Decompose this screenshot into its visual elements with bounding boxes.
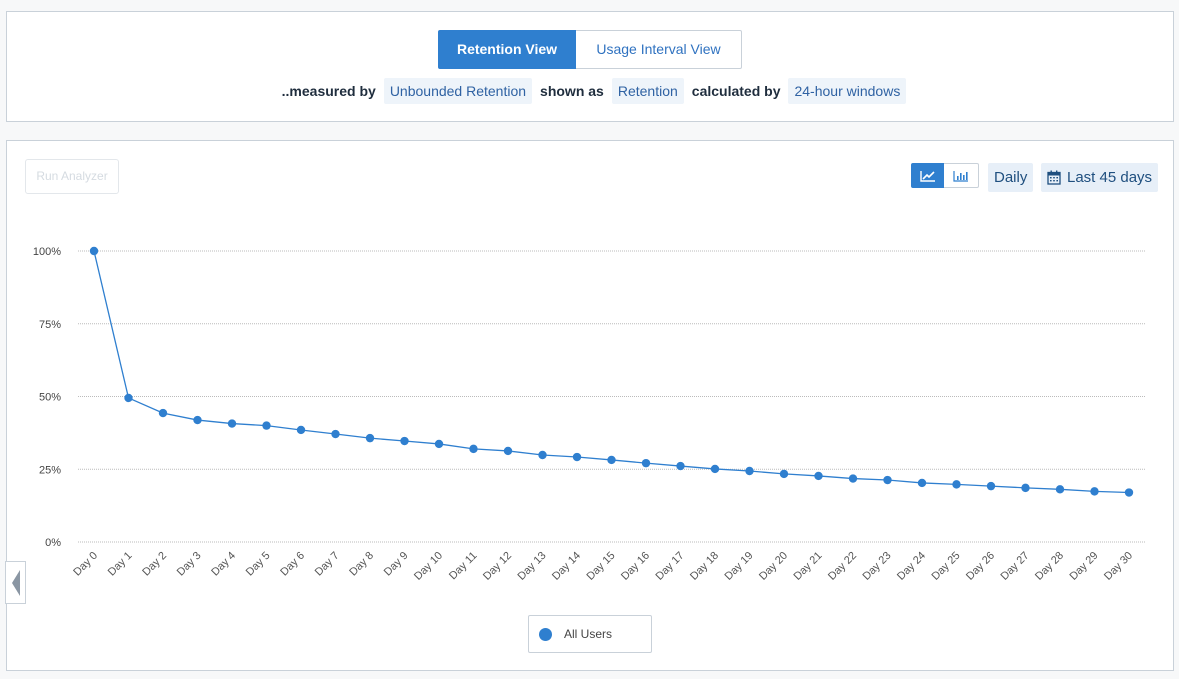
y-tick-label: 100% <box>33 246 61 258</box>
x-tick-label: Day 18 <box>688 550 721 583</box>
measured-by-select[interactable]: Unbounded Retention <box>383 78 533 104</box>
retention-view-tab[interactable]: Retention View <box>438 30 576 69</box>
x-tick-label: Day 23 <box>860 550 893 583</box>
data-point[interactable] <box>607 455 616 465</box>
x-tick-label: Day 8 <box>347 550 376 579</box>
x-tick-label: Day 20 <box>757 550 790 583</box>
y-tick-label: 50% <box>39 392 61 404</box>
data-point[interactable] <box>986 481 996 491</box>
shown-as-select[interactable]: Retention <box>611 78 684 104</box>
x-axis: Day 0 Day 1 Day 2 Day 3 Day 4 Day 5 Day 6 Day 7… <box>71 550 1135 583</box>
data-point[interactable] <box>538 450 547 460</box>
data-point[interactable] <box>814 471 823 481</box>
data-point[interactable] <box>917 478 927 488</box>
x-tick-label: Day 16 <box>619 550 652 583</box>
calculated-by-label: calculated by <box>691 83 781 99</box>
grid-lines <box>78 250 1146 543</box>
x-tick-label: Day 10 <box>412 550 445 583</box>
x-tick-label: Day 26 <box>964 550 997 583</box>
legend-marker <box>539 627 552 641</box>
measure-row: ..measured by Unbounded Retention shown … <box>7 78 1173 104</box>
x-tick-label: Day 12 <box>481 550 514 583</box>
x-tick-label: Day 4 <box>209 550 238 579</box>
data-point[interactable] <box>572 452 582 462</box>
x-tick-label: Day 29 <box>1067 550 1100 583</box>
caret-left-icon <box>11 569 20 596</box>
measured-by-label: ..measured by <box>281 83 376 99</box>
data-point[interactable] <box>1055 485 1065 494</box>
data-point[interactable] <box>193 415 202 425</box>
x-tick-label: Day 7 <box>313 550 342 579</box>
x-tick-label: Day 6 <box>278 550 307 579</box>
x-tick-label: Day 14 <box>550 550 583 583</box>
x-tick-label: Day 17 <box>653 550 686 583</box>
x-tick-label: Day 13 <box>515 550 548 583</box>
data-point[interactable] <box>1124 488 1134 497</box>
data-point[interactable] <box>158 408 168 418</box>
data-point[interactable] <box>400 436 409 446</box>
data-point[interactable] <box>883 475 892 485</box>
data-point[interactable] <box>1090 487 1099 496</box>
data-point[interactable] <box>710 464 720 474</box>
data-point[interactable] <box>434 439 444 449</box>
x-tick-label: Day 3 <box>175 550 204 579</box>
x-tick-label: Day 19 <box>722 550 755 583</box>
x-tick-label: Day 11 <box>447 550 480 583</box>
data-point[interactable] <box>745 466 754 476</box>
scroll-left-button[interactable] <box>5 561 26 604</box>
x-tick-label: Day 15 <box>584 550 617 583</box>
data-point[interactable] <box>848 474 858 483</box>
data-point[interactable] <box>262 421 271 430</box>
y-axis: 0% 25% 50% 75% 100% <box>33 246 61 549</box>
legend-item-all-users[interactable]: All Users <box>528 615 652 653</box>
y-tick-label: 0% <box>45 537 61 549</box>
y-tick-label: 25% <box>39 464 61 476</box>
x-tick-label: Day 30 <box>1102 550 1135 583</box>
data-point[interactable] <box>469 444 478 454</box>
data-point[interactable] <box>331 429 340 439</box>
data-point[interactable] <box>124 393 133 403</box>
data-point[interactable] <box>952 480 961 489</box>
data-point[interactable] <box>676 461 685 471</box>
x-tick-label: Day 5 <box>244 550 273 579</box>
x-tick-label: Day 21 <box>791 550 824 583</box>
data-point[interactable] <box>641 458 651 468</box>
data-point[interactable] <box>503 446 513 456</box>
view-toggle: Retention View Usage Interval View <box>438 30 742 69</box>
x-tick-label: Day 27 <box>998 550 1031 583</box>
x-tick-label: Day 24 <box>895 550 928 583</box>
query-panel: Retention View Usage Interval View ..mea… <box>6 11 1174 122</box>
usage-interval-view-tab[interactable]: Usage Interval View <box>576 30 742 69</box>
legend-label: All Users <box>564 627 613 641</box>
data-point[interactable] <box>779 469 789 479</box>
x-tick-label: Day 1 <box>106 550 135 579</box>
x-tick-label: Day 22 <box>826 550 859 583</box>
data-point[interactable] <box>227 419 237 428</box>
data-point[interactable] <box>89 246 99 256</box>
x-tick-label: Day 28 <box>1033 550 1066 583</box>
y-tick-label: 75% <box>39 319 61 331</box>
data-point[interactable] <box>1021 483 1030 493</box>
chart-panel: Run Analyzer Daily Last 45 days 0% 25% 5… <box>6 140 1174 671</box>
shown-as-label: shown as <box>540 83 604 99</box>
data-point[interactable] <box>365 433 375 443</box>
x-tick-label: Day 9 <box>382 550 411 579</box>
data-point[interactable] <box>296 425 306 435</box>
retention-chart: 0%25%50%75%100% Day 0 Day 1 Day 2 Day 3 Day … <box>33 246 1146 583</box>
series-all-users <box>89 246 1134 497</box>
x-tick-label: Day 2 <box>140 550 169 579</box>
x-tick-label: Day 0 <box>71 550 100 579</box>
x-tick-label: Day 25 <box>929 550 962 583</box>
calculated-by-select[interactable]: 24-hour windows <box>788 78 907 104</box>
